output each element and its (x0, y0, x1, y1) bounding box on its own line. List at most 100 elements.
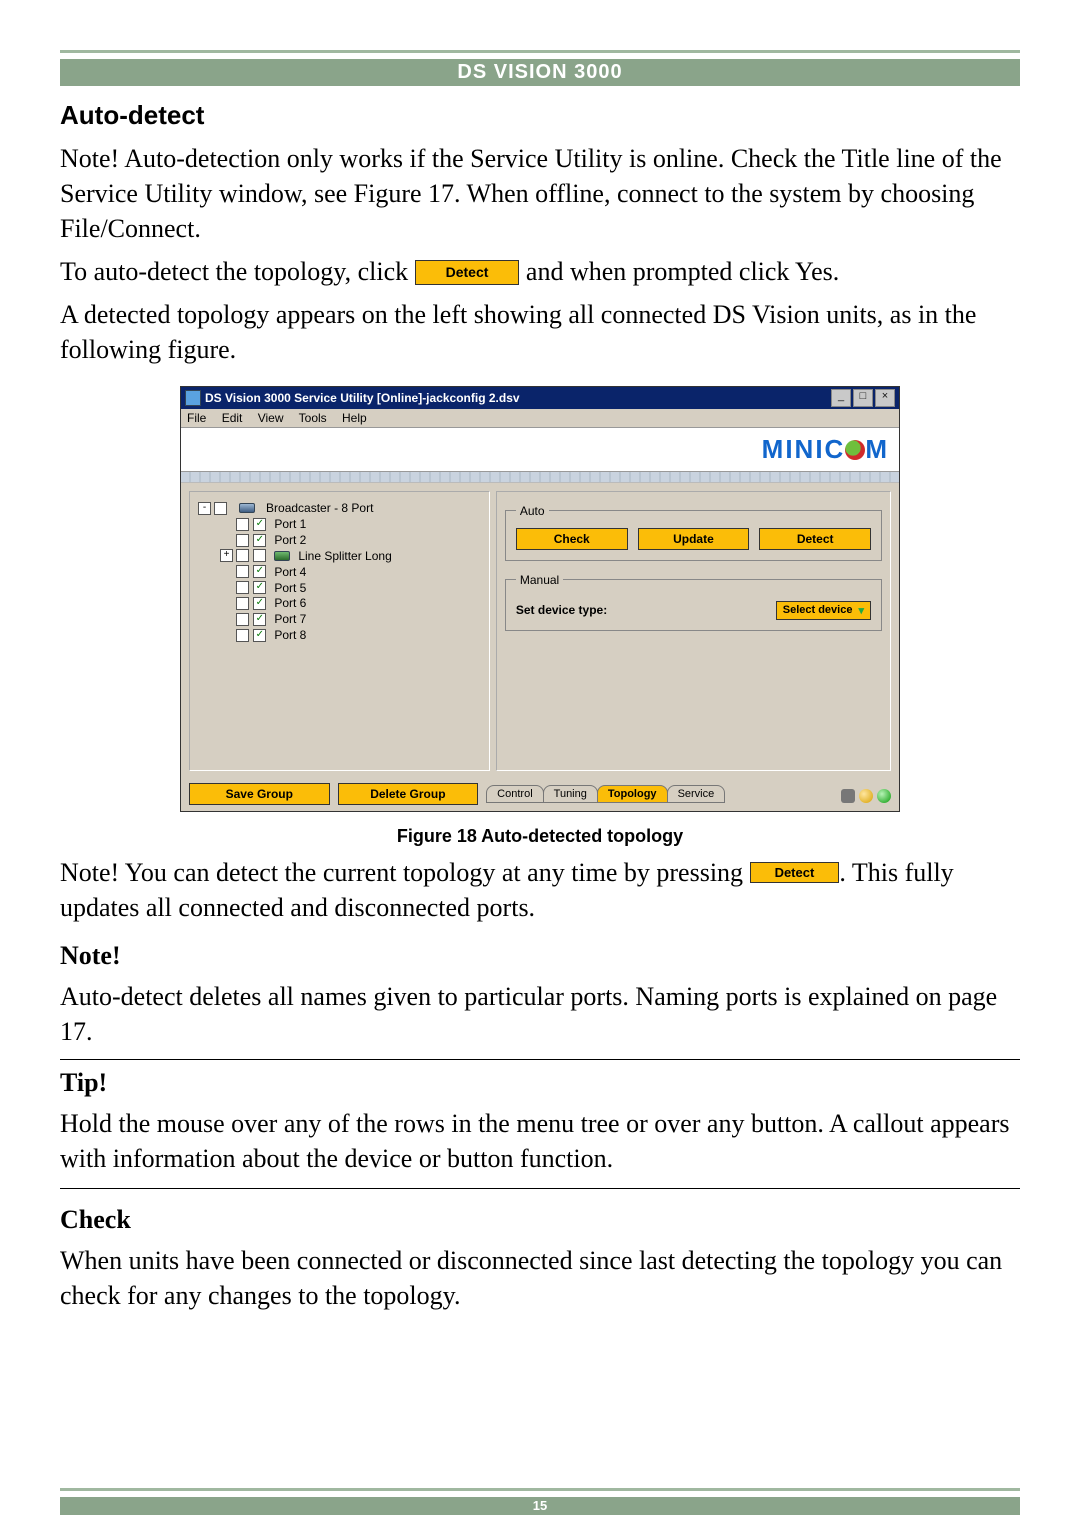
broadcaster-icon (239, 503, 255, 513)
detect-button-inline-1[interactable]: Detect (415, 260, 520, 285)
port-label: Port 4 (274, 565, 306, 579)
toolbar-strip (181, 472, 899, 483)
tree-node[interactable]: ✓ Port 8 (198, 627, 481, 642)
port-label: Port 6 (274, 596, 306, 610)
logo-text-prefix: MINIC (762, 434, 846, 464)
port-enabled-checkbox[interactable]: ✓ (253, 534, 266, 547)
tree-node[interactable]: ✓ Port 6 (198, 596, 481, 611)
port-enabled-checkbox[interactable]: ✓ (253, 518, 266, 531)
update-button[interactable]: Update (638, 528, 750, 550)
check-button[interactable]: Check (516, 528, 628, 550)
titlebar: DS Vision 3000 Service Utility [Online]-… (181, 387, 899, 409)
figure-18: DS Vision 3000 Service Utility [Online]-… (180, 386, 900, 812)
port-label: Line Splitter Long (298, 549, 391, 563)
app-footer: Save Group Delete Group Control Tuning T… (181, 779, 899, 811)
paragraph-instruction: To auto-detect the topology, click Detec… (60, 254, 1020, 289)
status-dot-yellow (859, 789, 873, 803)
header-bar: DS VISION 3000 (60, 59, 1020, 86)
tab-control[interactable]: Control (486, 785, 543, 803)
auto-legend: Auto (516, 504, 549, 518)
splitter-icon (274, 551, 290, 561)
root-checkbox[interactable] (214, 502, 227, 515)
para-text: and when prompted click Yes. (526, 257, 839, 286)
port-checkbox[interactable] (236, 597, 249, 610)
tab-service[interactable]: Service (667, 785, 726, 803)
paragraph-tip: Hold the mouse over any of the rows in t… (60, 1106, 1020, 1176)
tree-node[interactable]: ✓ Port 7 (198, 611, 481, 626)
tree-node[interactable]: ✓ Port 2 (198, 532, 481, 547)
menu-file[interactable]: File (187, 411, 206, 425)
logo-eye-icon (845, 440, 865, 460)
auto-detect-heading: Auto-detect (60, 100, 1020, 131)
detect-button-inline-2[interactable]: Detect (750, 862, 840, 884)
manual-legend: Manual (516, 573, 563, 587)
connection-icon (841, 789, 855, 803)
menu-help[interactable]: Help (342, 411, 367, 425)
paragraph-note-delete: Auto-detect deletes all names given to p… (60, 979, 1020, 1049)
menu-tools[interactable]: Tools (299, 411, 327, 425)
right-panel: Auto Check Update Detect Manual Set devi… (496, 491, 891, 771)
tree-node[interactable]: ✓ Port 1 (198, 516, 481, 531)
app-window: DS Vision 3000 Service Utility [Online]-… (180, 386, 900, 812)
select-device-dropdown[interactable]: Select device ▾ (776, 601, 871, 620)
port-label: Port 8 (274, 628, 306, 642)
note-heading: Note! (60, 941, 1020, 971)
port-checkbox[interactable] (236, 629, 249, 642)
port-checkbox[interactable] (236, 565, 249, 578)
select-device-text: Select device (783, 604, 853, 616)
figure-caption: Figure 18 Auto-detected topology (60, 826, 1020, 847)
top-rule (60, 50, 1020, 53)
tree-node[interactable]: ✓ Port 4 (198, 564, 481, 579)
port-checkbox[interactable] (236, 581, 249, 594)
tab-topology[interactable]: Topology (597, 785, 668, 803)
paragraph-check: When units have been connected or discon… (60, 1243, 1020, 1313)
minicom-logo: MINIC M (762, 434, 889, 464)
set-device-type-label: Set device type: (516, 603, 607, 617)
port-checkbox[interactable] (236, 534, 249, 547)
status-dot-green (877, 789, 891, 803)
root-label: Broadcaster - 8 Port (266, 501, 373, 515)
logo-row: MINIC M (181, 427, 899, 472)
para-text: To auto-detect the topology, click (60, 257, 415, 286)
port-checkbox[interactable] (236, 549, 249, 562)
tip-heading: Tip! (60, 1068, 1020, 1098)
tree-expand-icon[interactable]: + (220, 549, 233, 562)
paragraph-anytime: Note! You can detect the current topolog… (60, 855, 1020, 925)
port-label: Port 2 (274, 533, 306, 547)
save-group-button[interactable]: Save Group (189, 783, 330, 805)
port-enabled-checkbox[interactable]: ✓ (253, 629, 266, 642)
check-heading: Check (60, 1205, 1020, 1235)
maximize-button[interactable]: □ (853, 389, 873, 407)
port-enabled-checkbox[interactable]: ✓ (253, 613, 266, 626)
paragraph-result: A detected topology appears on the left … (60, 297, 1020, 367)
paragraph-note-online: Note! Auto-detection only works if the S… (60, 141, 1020, 246)
close-button[interactable]: × (875, 389, 895, 407)
tree-panel: - Broadcaster - 8 Port ✓ Port 1 ✓ Port 2+ … (189, 491, 490, 771)
menu-view[interactable]: View (258, 411, 284, 425)
port-enabled-checkbox[interactable] (253, 549, 266, 562)
auto-fieldset: Auto Check Update Detect (505, 504, 882, 561)
port-checkbox[interactable] (236, 613, 249, 626)
minimize-button[interactable]: _ (831, 389, 851, 407)
tab-tuning[interactable]: Tuning (543, 785, 598, 803)
port-label: Port 7 (274, 612, 306, 626)
manual-fieldset: Manual Set device type: Select device ▾ (505, 573, 882, 631)
delete-group-button[interactable]: Delete Group (338, 783, 479, 805)
logo-text-suffix: M (865, 434, 889, 464)
tree-collapse-root[interactable]: - (198, 502, 211, 515)
port-label: Port 1 (274, 517, 306, 531)
menu-edit[interactable]: Edit (222, 411, 243, 425)
page-number: 15 (0, 1498, 1080, 1513)
detect-button[interactable]: Detect (759, 528, 871, 550)
menubar: File Edit View Tools Help (181, 409, 899, 427)
port-checkbox[interactable] (236, 518, 249, 531)
port-enabled-checkbox[interactable]: ✓ (253, 597, 266, 610)
tip-box: Tip! Hold the mouse over any of the rows… (60, 1059, 1020, 1189)
port-enabled-checkbox[interactable]: ✓ (253, 565, 266, 578)
para-text: Note! You can detect the current topolog… (60, 858, 750, 887)
dropdown-arrow-icon: ▾ (858, 604, 864, 617)
device-tree[interactable]: - Broadcaster - 8 Port ✓ Port 1 ✓ Port 2+ … (198, 501, 481, 642)
tree-node[interactable]: + Line Splitter Long (198, 548, 481, 563)
port-enabled-checkbox[interactable]: ✓ (253, 581, 266, 594)
tree-node[interactable]: ✓Port 5 (198, 580, 481, 595)
